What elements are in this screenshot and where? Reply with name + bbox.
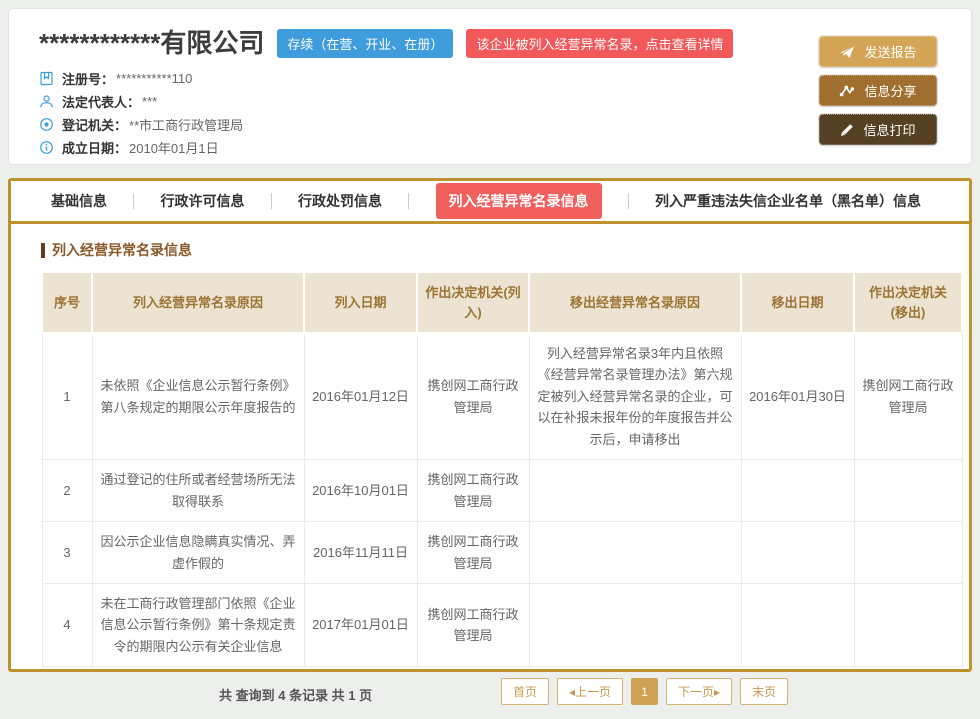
action-button-label: 信息打印 xyxy=(863,120,915,139)
field-label: 法定代表人： xyxy=(62,92,140,111)
section-title: 列入经营异常名录信息 xyxy=(41,240,939,260)
cell-inclusion-reason: 未在工商行政管理部门依照《企业信息公示暂行条例》第十条规定责令的期限内公示有关企… xyxy=(92,583,304,666)
field-establishment-date: 成立日期： 2010年01月1日 xyxy=(39,136,941,159)
cell-inclusion-date: 2016年11月11日 xyxy=(304,522,417,584)
field-label: 登记机关： xyxy=(62,115,127,134)
col-header-inclusion-authority: 作出决定机关(列入) xyxy=(417,272,529,333)
action-button-label: 发送报告 xyxy=(864,42,916,61)
abnormal-records-table: 序号 列入经营异常名录原因 列入日期 作出决定机关(列入) 移出经营异常名录原因… xyxy=(41,271,963,667)
pagination: 首页 ◂上一页 1 下一页▸ 末页 xyxy=(501,678,788,705)
tab-content: 列入经营异常名录信息 序号 列入经营异常名录原因 列入日期 作出决定机关(列入)… xyxy=(11,224,969,719)
send-report-button[interactable]: 发送报告 xyxy=(819,36,937,67)
cell-removal-date xyxy=(741,460,854,522)
cell-removal-authority: 携创网工商行政管理局 xyxy=(854,333,962,460)
location-icon xyxy=(39,117,54,132)
tab-separator xyxy=(408,193,409,209)
field-value: *** xyxy=(142,94,157,109)
last-page-button[interactable]: 末页 xyxy=(740,678,788,705)
cell-removal-authority xyxy=(854,522,962,584)
cell-seq: 3 xyxy=(42,522,92,584)
page-number-button[interactable]: 1 xyxy=(631,678,658,705)
section-title-bar xyxy=(41,243,45,258)
field-value: 2010年01月1日 xyxy=(129,138,219,157)
tab-separator xyxy=(133,193,134,209)
company-name-row: ************有限公司 存续（在营、开业、在册） 该企业被列入经营异常… xyxy=(39,28,941,58)
field-value: **市工商行政管理局 xyxy=(129,115,243,134)
cell-inclusion-authority: 携创网工商行政管理局 xyxy=(417,583,529,666)
company-name: ************有限公司 xyxy=(39,28,264,58)
field-value: ***********110 xyxy=(116,71,192,86)
abnormal-alert-badge[interactable]: 该企业被列入经营异常名录，点击查看详情 xyxy=(466,29,733,58)
field-registration-number: 注册号： ***********110 xyxy=(39,67,941,90)
tab-administrative-license[interactable]: 行政许可信息 xyxy=(161,191,245,211)
status-badge: 存续（在营、开业、在册） xyxy=(277,29,453,58)
cell-removal-date xyxy=(741,522,854,584)
previous-page-button[interactable]: ◂上一页 xyxy=(557,678,623,705)
print-info-button[interactable]: 信息打印 xyxy=(819,114,937,145)
cell-inclusion-date: 2016年01月12日 xyxy=(304,333,417,460)
company-info-fields: 注册号： ***********110 法定代表人： *** 登记机关： **市… xyxy=(39,67,941,159)
cell-inclusion-authority: 携创网工商行政管理局 xyxy=(417,460,529,522)
bookmark-icon xyxy=(39,71,54,86)
cell-removal-authority xyxy=(854,460,962,522)
detail-panel: 基础信息 行政许可信息 行政处罚信息 列入经营异常名录信息 列入严重违法失信企业… xyxy=(8,178,972,672)
company-header-card: ************有限公司 存续（在营、开业、在册） 该企业被列入经营异常… xyxy=(8,8,972,165)
tab-blacklist[interactable]: 列入严重违法失信企业名单（黑名单）信息 xyxy=(655,191,921,211)
col-header-seq: 序号 xyxy=(42,272,92,333)
col-header-removal-date: 移出日期 xyxy=(741,272,854,333)
cell-seq: 2 xyxy=(42,460,92,522)
first-page-button[interactable]: 首页 xyxy=(501,678,549,705)
table-row: 1 未依照《企业信息公示暂行条例》第八条规定的期限公示年度报告的 2016年01… xyxy=(42,333,962,460)
tab-abnormal-operation-list[interactable]: 列入经营异常名录信息 xyxy=(436,183,602,219)
table-header-row: 序号 列入经营异常名录原因 列入日期 作出决定机关(列入) 移出经营异常名录原因… xyxy=(42,272,962,333)
next-page-button[interactable]: 下一页▸ xyxy=(666,678,732,705)
tab-administrative-penalty[interactable]: 行政处罚信息 xyxy=(298,191,382,211)
cell-inclusion-authority: 携创网工商行政管理局 xyxy=(417,522,529,584)
tab-basic-info[interactable]: 基础信息 xyxy=(51,191,107,211)
col-header-removal-reason: 移出经营异常名录原因 xyxy=(529,272,741,333)
col-header-inclusion-date: 列入日期 xyxy=(304,272,417,333)
cell-inclusion-reason: 通过登记的住所或者经营场所无法取得联系 xyxy=(92,460,304,522)
cell-removal-date: 2016年01月30日 xyxy=(741,333,854,460)
col-header-inclusion-reason: 列入经营异常名录原因 xyxy=(92,272,304,333)
share-icon xyxy=(839,84,855,98)
field-registration-authority: 登记机关： **市工商行政管理局 xyxy=(39,113,941,136)
cell-inclusion-date: 2017年01月01日 xyxy=(304,583,417,666)
share-info-button[interactable]: 信息分享 xyxy=(819,75,937,106)
tab-separator xyxy=(271,193,272,209)
table-row: 3 因公示企业信息隐瞒真实情况、弄虚作假的 2016年11月11日 携创网工商行… xyxy=(42,522,962,584)
action-button-label: 信息分享 xyxy=(864,81,916,100)
field-label: 注册号： xyxy=(62,69,114,88)
cell-inclusion-reason: 未依照《企业信息公示暂行条例》第八条规定的期限公示年度报告的 xyxy=(92,333,304,460)
tab-separator xyxy=(628,193,629,209)
tab-bar: 基础信息 行政许可信息 行政处罚信息 列入经营异常名录信息 列入严重违法失信企业… xyxy=(11,181,969,224)
cell-inclusion-date: 2016年10月01日 xyxy=(304,460,417,522)
cell-removal-reason xyxy=(529,460,741,522)
cell-seq: 4 xyxy=(42,583,92,666)
table-footer: 共 查询到 4 条记录 共 1 页 首页 ◂上一页 1 下一页▸ 末页 xyxy=(41,667,939,719)
field-legal-representative: 法定代表人： *** xyxy=(39,90,941,113)
cell-removal-date xyxy=(741,583,854,666)
cell-removal-reason: 列入经营异常名录3年内且依照《经营异常名录管理办法》第六规定被列入经营异常名录的… xyxy=(529,333,741,460)
info-icon xyxy=(39,140,54,155)
section-title-text: 列入经营异常名录信息 xyxy=(52,240,192,260)
table-row: 4 未在工商行政管理部门依照《企业信息公示暂行条例》第十条规定责令的期限内公示有… xyxy=(42,583,962,666)
cell-removal-authority xyxy=(854,583,962,666)
cell-seq: 1 xyxy=(42,333,92,460)
cell-inclusion-authority: 携创网工商行政管理局 xyxy=(417,333,529,460)
col-header-removal-authority: 作出决定机关(移出) xyxy=(854,272,962,333)
cell-removal-reason xyxy=(529,522,741,584)
pencil-icon xyxy=(840,123,854,137)
action-buttons: 发送报告 信息分享 信息打印 xyxy=(819,36,937,153)
record-count-summary: 共 查询到 4 条记录 共 1 页 xyxy=(219,685,372,704)
table-row: 2 通过登记的住所或者经营场所无法取得联系 2016年10月01日 携创网工商行… xyxy=(42,460,962,522)
field-label: 成立日期： xyxy=(62,138,127,157)
paper-plane-icon xyxy=(839,45,855,59)
cell-removal-reason xyxy=(529,583,741,666)
person-icon xyxy=(39,94,54,109)
cell-inclusion-reason: 因公示企业信息隐瞒真实情况、弄虚作假的 xyxy=(92,522,304,584)
